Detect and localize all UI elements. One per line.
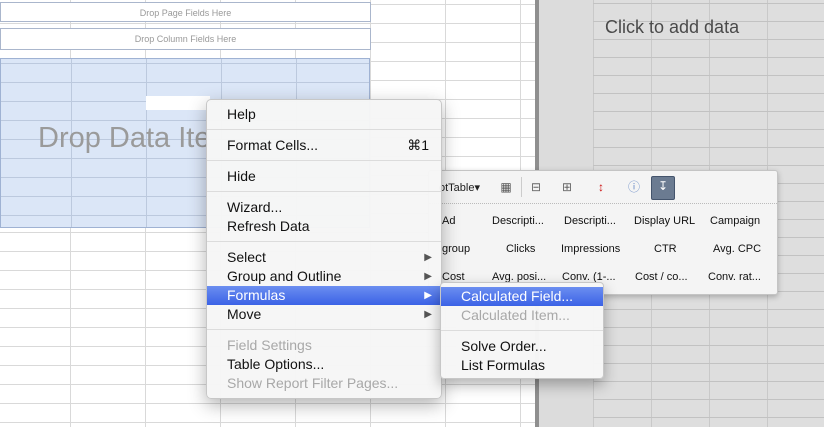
menu-item-label: Select [227,249,266,265]
field-ctr[interactable]: CTR [654,243,677,255]
field-clicks[interactable]: Clicks [506,243,535,255]
menu-item-move[interactable]: Move ▶ [207,305,441,324]
menu-item-label: Format Cells... [227,137,319,153]
menu-item-show-report-filter-pages: Show Report Filter Pages... [207,374,441,393]
submenu-arrow-icon: ▶ [424,290,432,301]
menu-item-label: Help [227,106,256,122]
keyboard-shortcut: ⌘1 [407,137,429,153]
sort-icon[interactable]: ↕ [592,178,610,196]
field-cost-per-conversion[interactable]: Cost / co... [635,271,688,283]
menu-item-label: Calculated Field... [461,288,574,304]
menu-separator [441,330,603,331]
menu-separator [207,191,441,192]
menu-item-label: Show Report Filter Pages... [227,375,399,391]
menu-item-label: Table Options... [227,356,325,372]
menu-item-label: Refresh Data [227,218,310,234]
menu-item-help[interactable]: Help [207,105,441,124]
menu-item-field-settings: Field Settings [207,336,441,355]
field-display-url[interactable]: Display URL [634,215,695,227]
toolbar-separator [521,177,522,197]
menu-item-wizard[interactable]: Wizard... [207,198,441,217]
field-info-icon[interactable]: ⓘ [625,178,643,196]
menu-item-label: List Formulas [461,357,546,373]
menu-separator [207,129,441,130]
expand-field-icon[interactable]: ⊞ [558,178,576,196]
menu-item-label: Solve Order... [461,338,547,354]
menu-item-group-and-outline[interactable]: Group and Outline ▶ [207,267,441,286]
menu-item-label: Hide [227,168,256,184]
menu-separator [207,329,441,330]
pivot-table-builder: otTable▾ ▦ ⊟ ⊞ ↕ ⓘ ↧ Ad Descripti... Des… [428,170,778,295]
menu-item-label: Move [227,306,262,322]
menu-item-solve-order[interactable]: Solve Order... [441,337,603,356]
menu-separator [207,160,441,161]
field-ad-group[interactable]: group [442,243,470,255]
pivot-toolbar: otTable▾ ▦ ⊟ ⊞ ↕ ⓘ ↧ [429,171,777,204]
field-campaign[interactable]: Campaign [710,215,760,227]
submenu-arrow-icon: ▶ [424,271,432,282]
context-menu: Help Format Cells... ⌘1 Hide Wizard... R… [206,99,442,399]
field-avg-cpc[interactable]: Avg. CPC [713,243,761,255]
field-ad[interactable]: Ad [442,215,455,227]
empty-cell [146,96,210,110]
menu-item-label: Field Settings [227,337,312,353]
submenu-arrow-icon: ▶ [424,252,432,263]
menu-item-label: Formulas [227,287,286,303]
menu-item-formulas[interactable]: Formulas ▶ [207,286,441,305]
submenu-arrow-icon: ▶ [424,309,432,320]
field-conversion-rate[interactable]: Conv. rat... [708,271,761,283]
pivot-table-menu[interactable]: otTable▾ [439,181,480,194]
menu-item-list-formulas[interactable]: List Formulas [441,356,603,375]
collapse-field-icon[interactable]: ⊟ [527,178,545,196]
menu-separator [207,241,441,242]
menu-item-hide[interactable]: Hide [207,167,441,186]
field-impressions[interactable]: Impressions [561,243,620,255]
menu-item-select[interactable]: Select ▶ [207,248,441,267]
drop-data-items-label: Drop Data Ite [38,122,211,154]
menu-item-label: Wizard... [227,199,283,215]
menu-item-calculated-item: Calculated Item... [441,306,603,325]
formulas-submenu: Calculated Field... Calculated Item... S… [440,282,604,379]
menu-item-label: Group and Outline [227,268,342,284]
drop-page-fields-area[interactable]: Drop Page Fields Here [0,2,371,22]
menu-item-format-cells[interactable]: Format Cells... ⌘1 [207,136,441,155]
menu-item-refresh-data[interactable]: Refresh Data [207,217,441,236]
table-format-icon[interactable]: ▦ [497,178,515,196]
toggle-builder-icon[interactable]: ↧ [651,176,675,200]
menu-item-calculated-field[interactable]: Calculated Field... [441,287,603,306]
menu-item-table-options[interactable]: Table Options... [207,355,441,374]
chart-placeholder-text[interactable]: Click to add data [605,17,739,38]
field-description-2[interactable]: Descripti... [564,215,616,227]
menu-item-label: Calculated Item... [461,307,570,323]
field-description-1[interactable]: Descripti... [492,215,544,227]
drop-column-fields-area[interactable]: Drop Column Fields Here [0,28,371,50]
